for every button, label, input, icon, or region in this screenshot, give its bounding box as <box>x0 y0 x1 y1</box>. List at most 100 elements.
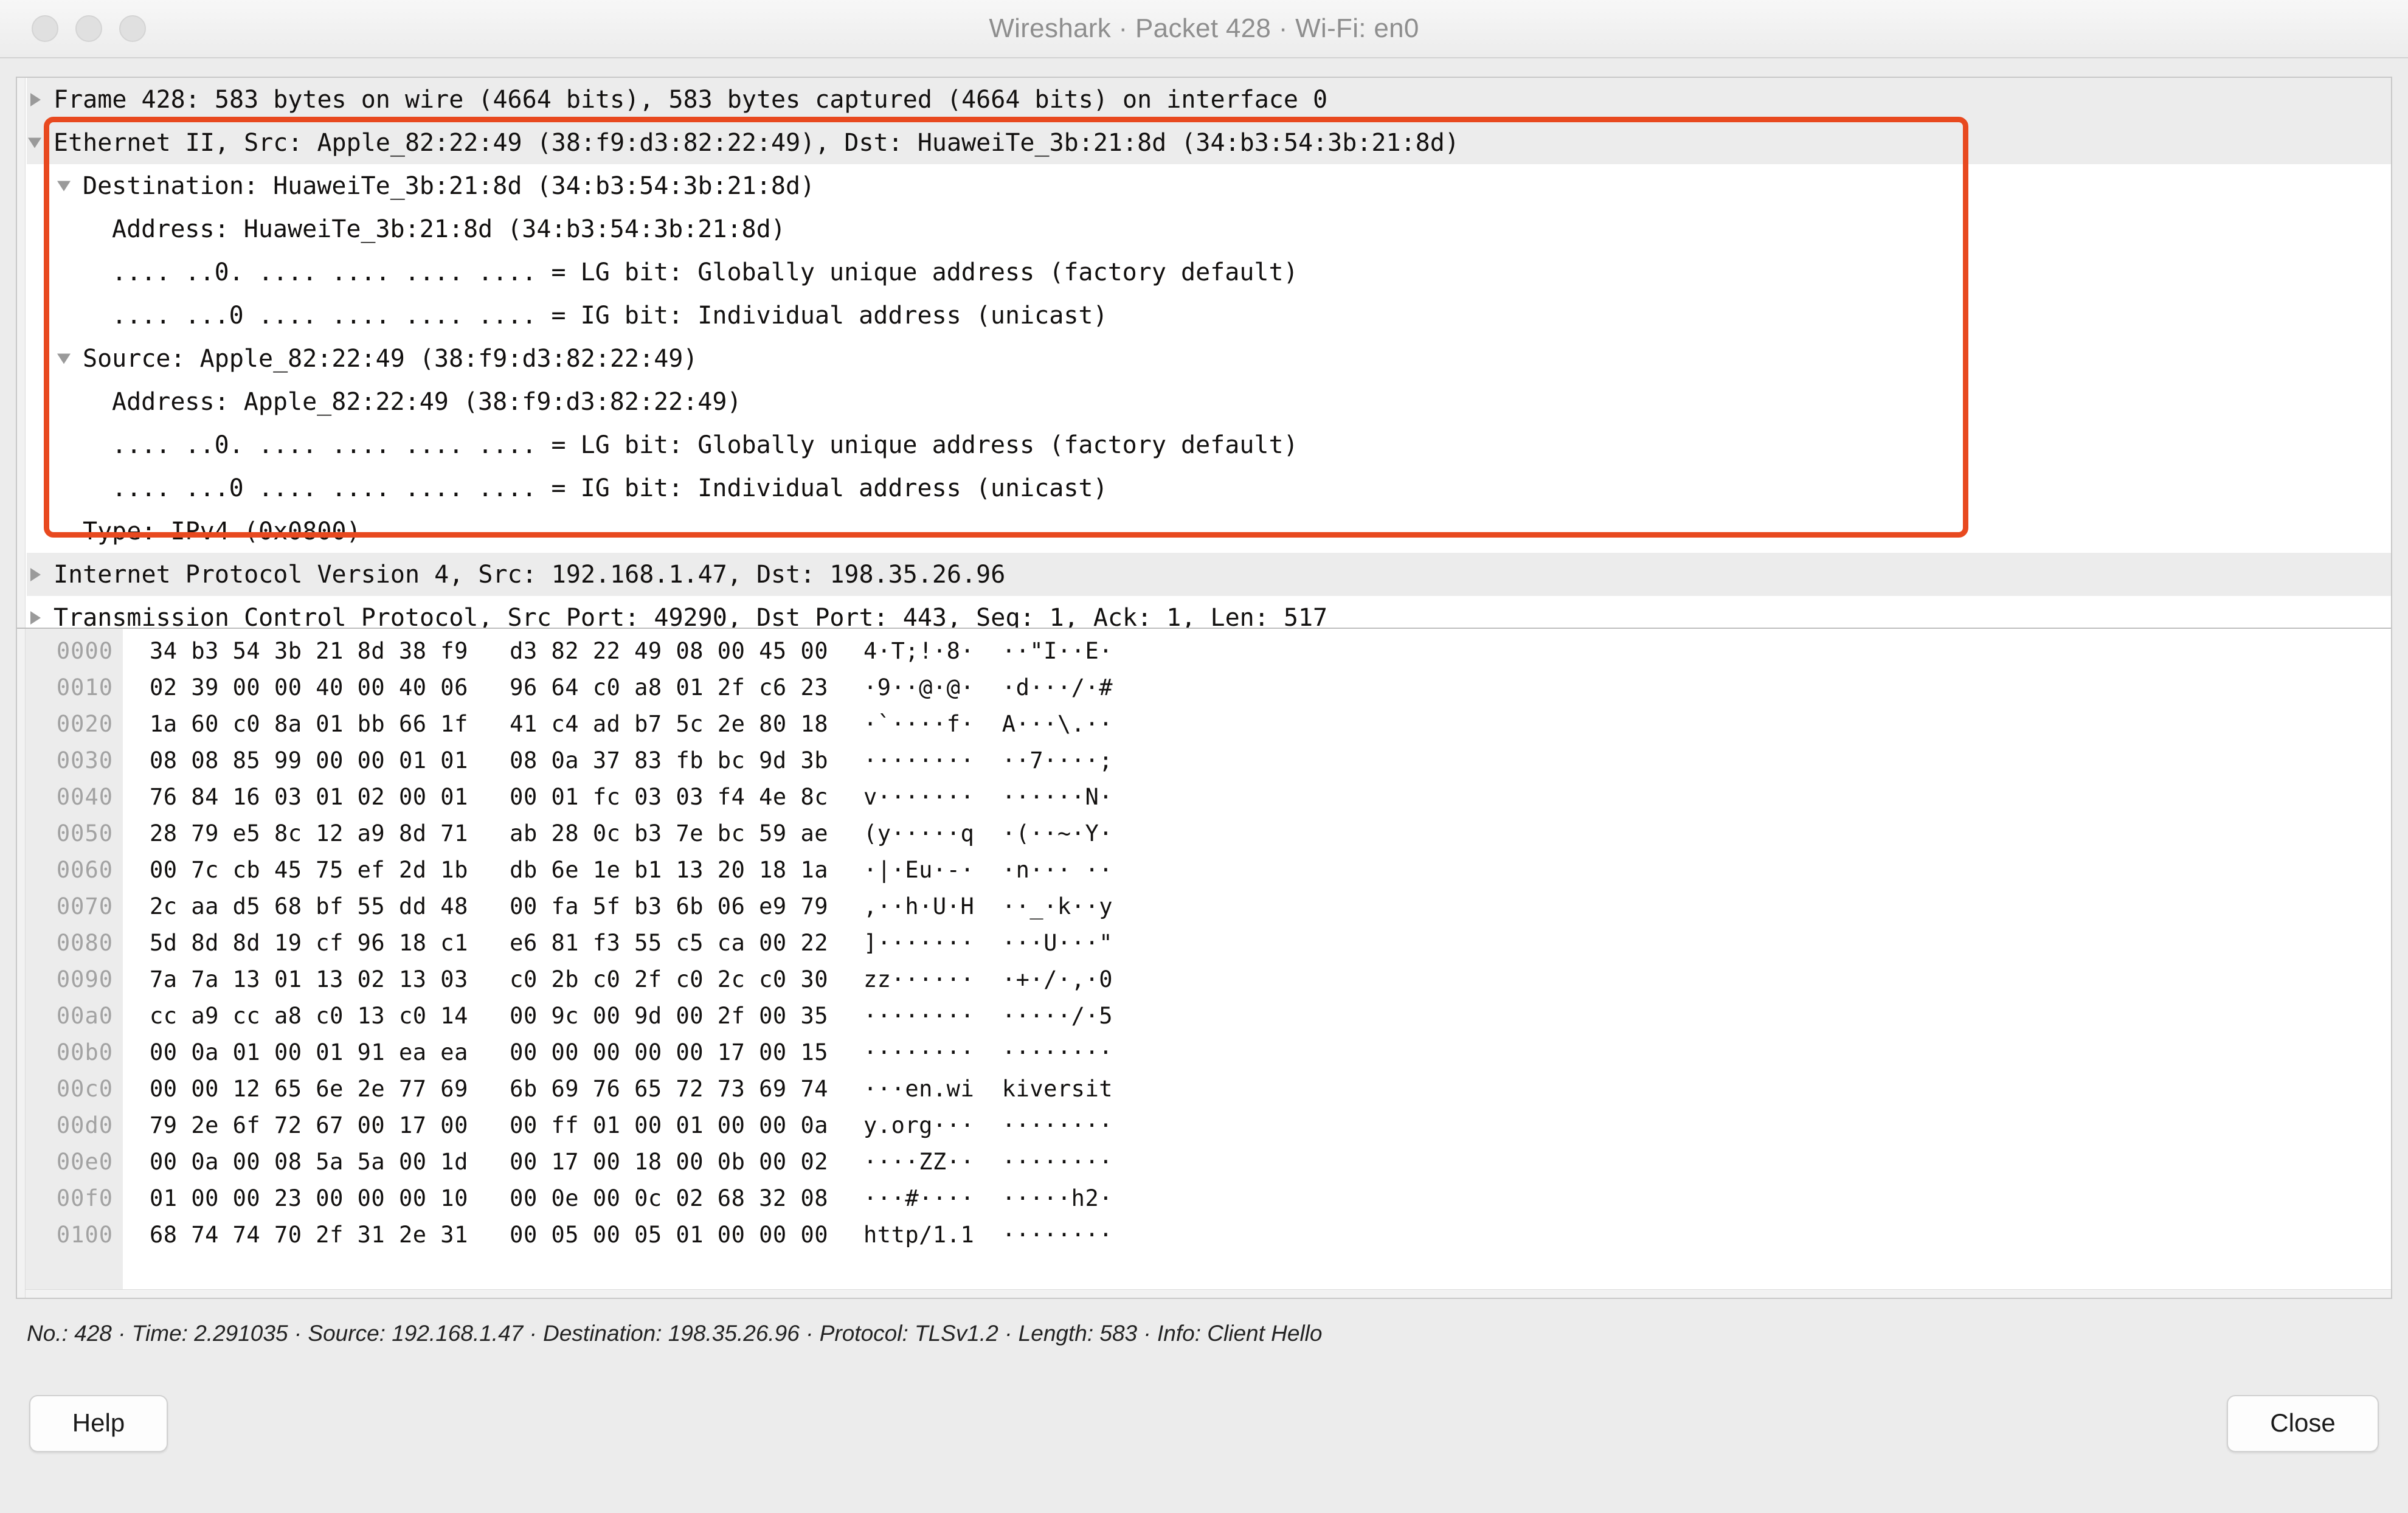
tree-row[interactable]: .... ...0 .... .... .... .... = IG bit: … <box>27 466 2391 510</box>
hex-ascii: y.org··· ········ <box>863 1112 1113 1138</box>
hex-offset: 0010 <box>26 669 123 705</box>
hex-ascii: ,··h·U·H ··_·k··y <box>863 893 1113 919</box>
hex-offset: 00a0 <box>26 997 123 1034</box>
close-window-button[interactable] <box>32 15 58 42</box>
window-body: Frame 428: 583 bytes on wire (4664 bits)… <box>0 58 2408 1513</box>
hex-bytes: 34 b3 54 3b 21 8d 38 f9 d3 82 22 49 08 0… <box>150 637 829 664</box>
hex-offset: 0060 <box>26 851 123 888</box>
tree-row[interactable]: Address: Apple_82:22:49 (38:f9:d3:82:22:… <box>27 380 2391 423</box>
tree-row-list: Frame 428: 583 bytes on wire (4664 bits)… <box>27 78 2391 628</box>
hex-row[interactable]: 0060 00 7c cb 45 75 ef 2d 1b db 6e 1e b1 … <box>26 851 2391 888</box>
tree-row-label: Source: Apple_82:22:49 (38:f9:d3:82:22:4… <box>83 344 698 373</box>
hex-offset: 00f0 <box>26 1180 123 1216</box>
hex-row[interactable]: 0070 2c aa d5 68 bf 55 dd 48 00 fa 5f b3 … <box>26 888 2391 924</box>
packet-status-line: No.: 428 · Time: 2.291035 · Source: 192.… <box>27 1321 1323 1346</box>
help-button[interactable]: Help <box>29 1395 168 1452</box>
hex-offset: 0090 <box>26 961 123 997</box>
hex-offset: 0050 <box>26 815 123 851</box>
hex-bytes: 1a 60 c0 8a 01 bb 66 1f 41 c4 ad b7 5c 2… <box>150 710 829 737</box>
window-title: Wireshark · Packet 428 · Wi-Fi: en0 <box>989 13 1419 43</box>
packet-panes: Frame 428: 583 bytes on wire (4664 bits)… <box>16 77 2392 1299</box>
hex-ascii: ·|·Eu·-· ·n··· ·· <box>863 856 1113 883</box>
tree-row-label: .... ...0 .... .... .... .... = IG bit: … <box>112 301 1108 330</box>
hex-offset: 0080 <box>26 924 123 961</box>
hex-bytes: 28 79 e5 8c 12 a9 8d 71 ab 28 0c b3 7e b… <box>150 820 829 847</box>
tree-row[interactable]: .... ...0 .... .... .... .... = IG bit: … <box>27 294 2391 337</box>
hex-bytes: 7a 7a 13 01 13 02 13 03 c0 2b c0 2f c0 2… <box>150 966 829 992</box>
packet-detail-tree[interactable]: Frame 428: 583 bytes on wire (4664 bits)… <box>17 78 2391 629</box>
tree-row-label: .... ..0. .... .... .... .... = LG bit: … <box>112 258 1298 286</box>
packet-bytes-pane[interactable]: 0000 34 b3 54 3b 21 8d 38 f9 d3 82 22 49 … <box>17 629 2391 1298</box>
hex-row[interactable]: 0040 76 84 16 03 01 02 00 01 00 01 fc 03 … <box>26 778 2391 815</box>
hex-row[interactable]: 00a0 cc a9 cc a8 c0 13 c0 14 00 9c 00 9d … <box>26 997 2391 1034</box>
hex-bytes: 08 08 85 99 00 00 01 01 08 0a 37 83 fb b… <box>150 747 829 774</box>
hex-ascii: ········ ········ <box>863 1039 1113 1065</box>
hex-row[interactable]: 0010 02 39 00 00 40 00 40 06 96 64 c0 a8 … <box>26 669 2391 705</box>
hex-row[interactable]: 00c0 00 00 12 65 6e 2e 77 69 6b 69 76 65 … <box>26 1070 2391 1107</box>
hex-ascii: http/1.1 ········ <box>863 1221 1113 1248</box>
hex-offset: 00d0 <box>26 1107 123 1143</box>
tree-row[interactable]: Ethernet II, Src: Apple_82:22:49 (38:f9:… <box>27 121 2391 164</box>
hex-offset: 0030 <box>26 742 123 778</box>
hex-ascii: ]······· ···U···" <box>863 929 1113 956</box>
tree-row-label: Internet Protocol Version 4, Src: 192.16… <box>54 560 1006 589</box>
hex-offset: 0000 <box>26 632 123 669</box>
zoom-window-button[interactable] <box>119 15 146 42</box>
hex-vertical-scrollbar[interactable] <box>17 629 26 1298</box>
hex-ascii: ·`····f· A···\.·· <box>863 710 1113 737</box>
tree-row[interactable]: Address: HuaweiTe_3b:21:8d (34:b3:54:3b:… <box>27 207 2391 251</box>
tree-row[interactable]: Internet Protocol Version 4, Src: 192.16… <box>27 553 2391 596</box>
hex-row[interactable]: 0090 7a 7a 13 01 13 02 13 03 c0 2b c0 2f … <box>26 961 2391 997</box>
hex-row[interactable]: 0020 1a 60 c0 8a 01 bb 66 1f 41 c4 ad b7 … <box>26 705 2391 742</box>
hex-row[interactable]: 0050 28 79 e5 8c 12 a9 8d 71 ab 28 0c b3 … <box>26 815 2391 851</box>
window-controls <box>32 15 146 42</box>
tree-vertical-scrollbar[interactable] <box>17 78 26 628</box>
tree-row[interactable]: Source: Apple_82:22:49 (38:f9:d3:82:22:4… <box>27 337 2391 380</box>
tree-row[interactable]: Type: IPv4 (0x0800) <box>27 510 2391 553</box>
tree-row-label: .... ..0. .... .... .... .... = LG bit: … <box>112 431 1298 459</box>
hex-row[interactable]: 00f0 01 00 00 23 00 00 00 10 00 0e 00 0c … <box>26 1180 2391 1216</box>
hex-bytes: 5d 8d 8d 19 cf 96 18 c1 e6 81 f3 55 c5 c… <box>150 929 829 956</box>
minimize-window-button[interactable] <box>75 15 102 42</box>
hex-ascii: ········ ·····/·5 <box>863 1002 1113 1029</box>
tree-row-label: Ethernet II, Src: Apple_82:22:49 (38:f9:… <box>54 128 1459 157</box>
hex-bytes: 01 00 00 23 00 00 00 10 00 0e 00 0c 02 6… <box>150 1185 829 1211</box>
hex-row[interactable]: 00d0 79 2e 6f 72 67 00 17 00 00 ff 01 00 … <box>26 1107 2391 1143</box>
title-bar: Wireshark · Packet 428 · Wi-Fi: en0 <box>0 0 2408 58</box>
hex-row[interactable]: 0030 08 08 85 99 00 00 01 01 08 0a 37 83 … <box>26 742 2391 778</box>
tree-row[interactable]: Destination: HuaweiTe_3b:21:8d (34:b3:54… <box>27 164 2391 207</box>
close-button[interactable]: Close <box>2227 1395 2379 1452</box>
wireshark-packet-window: Wireshark · Packet 428 · Wi-Fi: en0 Fram… <box>0 0 2408 1513</box>
tree-row-label: Address: HuaweiTe_3b:21:8d (34:b3:54:3b:… <box>112 215 786 243</box>
hex-offset: 00e0 <box>26 1143 123 1180</box>
hex-ascii: ········ ··7····; <box>863 747 1113 774</box>
tree-row[interactable]: Transmission Control Protocol, Src Port:… <box>27 596 2391 628</box>
tree-row[interactable]: .... ..0. .... .... .... .... = LG bit: … <box>27 423 2391 466</box>
tree-row[interactable]: .... ..0. .... .... .... .... = LG bit: … <box>27 251 2391 294</box>
tree-row-label: Type: IPv4 (0x0800) <box>83 517 361 545</box>
hex-row[interactable]: 00b0 00 0a 01 00 01 91 ea ea 00 00 00 00 … <box>26 1034 2391 1070</box>
hex-content: 0000 34 b3 54 3b 21 8d 38 f9 d3 82 22 49 … <box>26 629 2391 1298</box>
hex-offset: 0100 <box>26 1216 123 1253</box>
hex-row[interactable]: 0000 34 b3 54 3b 21 8d 38 f9 d3 82 22 49 … <box>26 632 2391 669</box>
hex-bytes: 02 39 00 00 40 00 40 06 96 64 c0 a8 01 2… <box>150 674 829 701</box>
hex-horizontal-scrollbar[interactable] <box>26 1289 2391 1298</box>
hex-offset: 00c0 <box>26 1070 123 1107</box>
hex-bytes: 68 74 74 70 2f 31 2e 31 00 05 00 05 01 0… <box>150 1221 829 1248</box>
hex-ascii: ·9··@·@· ·d···/·# <box>863 674 1113 701</box>
hex-offset: 0020 <box>26 705 123 742</box>
hex-row-list: 0000 34 b3 54 3b 21 8d 38 f9 d3 82 22 49 … <box>26 632 2391 1253</box>
hex-bytes: 76 84 16 03 01 02 00 01 00 01 fc 03 03 f… <box>150 783 829 810</box>
hex-bytes: 2c aa d5 68 bf 55 dd 48 00 fa 5f b3 6b 0… <box>150 893 829 919</box>
hex-row[interactable]: 0100 68 74 74 70 2f 31 2e 31 00 05 00 05 … <box>26 1216 2391 1253</box>
hex-row[interactable]: 0080 5d 8d 8d 19 cf 96 18 c1 e6 81 f3 55 … <box>26 924 2391 961</box>
hex-ascii: (y·····q ·(··~·Y· <box>863 820 1113 847</box>
hex-ascii: ····ZZ·· ········ <box>863 1148 1113 1175</box>
hex-bytes: 00 7c cb 45 75 ef 2d 1b db 6e 1e b1 13 2… <box>150 856 829 883</box>
tree-row[interactable]: Frame 428: 583 bytes on wire (4664 bits)… <box>27 78 2391 121</box>
hex-bytes: 79 2e 6f 72 67 00 17 00 00 ff 01 00 01 0… <box>150 1112 829 1138</box>
hex-row[interactable]: 00e0 00 0a 00 08 5a 5a 00 1d 00 17 00 18 … <box>26 1143 2391 1180</box>
hex-offset: 0070 <box>26 888 123 924</box>
hex-bytes: 00 00 12 65 6e 2e 77 69 6b 69 76 65 72 7… <box>150 1075 829 1102</box>
hex-offset: 00b0 <box>26 1034 123 1070</box>
